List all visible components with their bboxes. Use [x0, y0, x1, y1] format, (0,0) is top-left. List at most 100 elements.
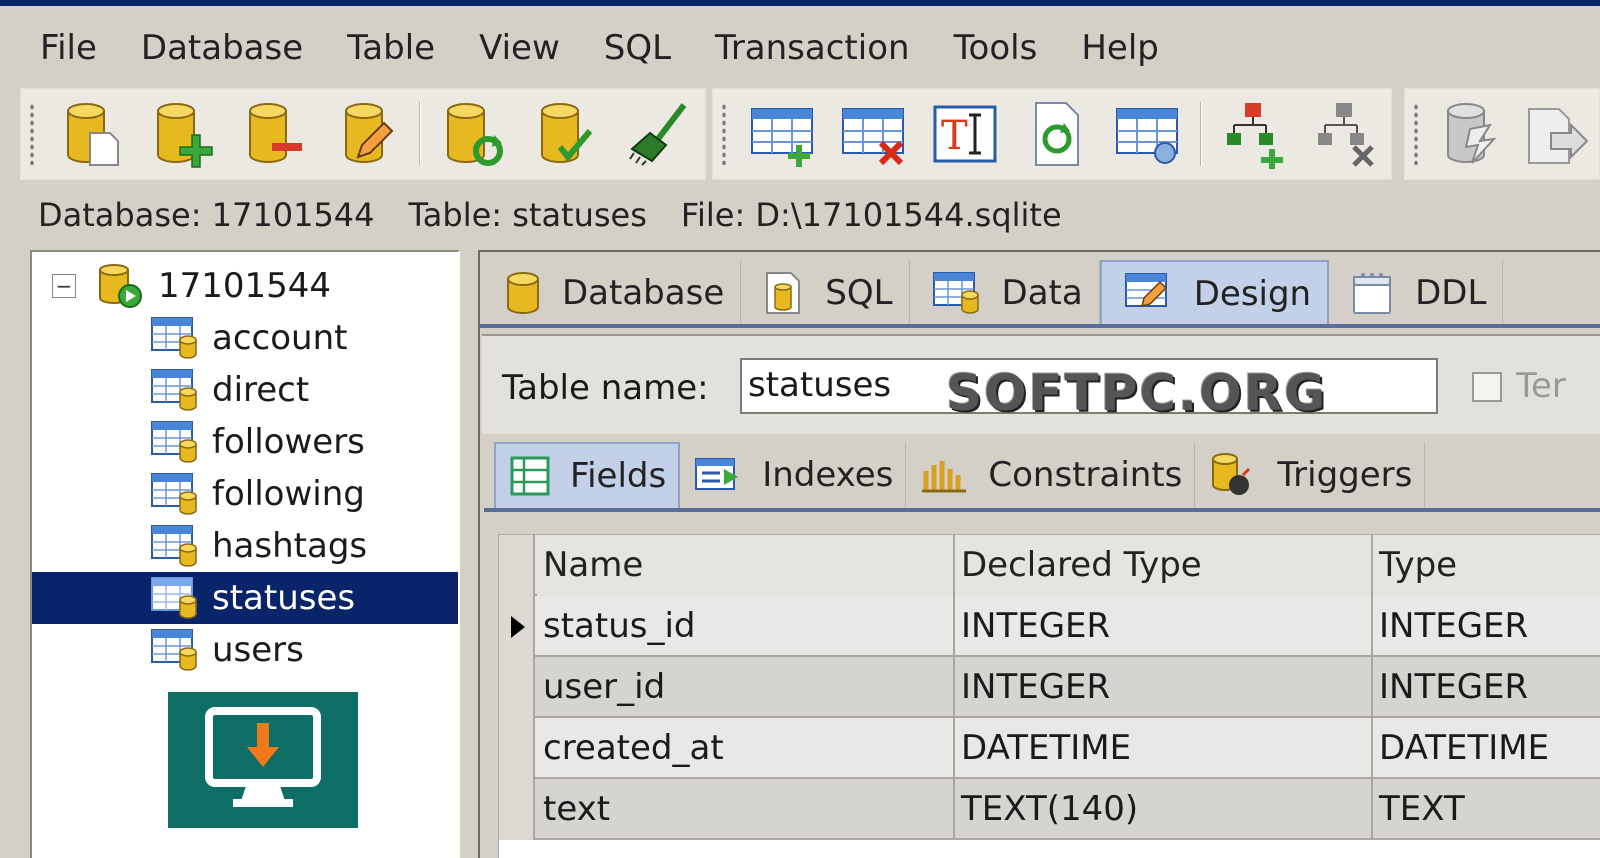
import-database-icon — [1528, 108, 1589, 164]
database-icon — [507, 272, 539, 314]
drop-table-button[interactable] — [833, 93, 914, 175]
tree-item-label: account — [212, 318, 348, 358]
toolbar-grip[interactable] — [1413, 103, 1419, 165]
row-indicator[interactable] — [499, 596, 535, 657]
table-design-icon — [1124, 273, 1167, 308]
check-database-button[interactable] — [524, 93, 606, 175]
tree-item-label: following — [212, 474, 365, 514]
table-row[interactable]: text TEXT(140) TEXT — [499, 779, 1600, 840]
window-title-bar — [0, 0, 1600, 6]
edit-database-button[interactable] — [326, 93, 408, 175]
tree-item-following[interactable]: following — [32, 468, 458, 520]
table-data-button[interactable] — [1108, 93, 1189, 175]
cell-declared-type[interactable]: INTEGER — [955, 657, 1373, 718]
drop-table-icon — [842, 108, 905, 166]
table-row[interactable]: user_id INTEGER INTEGER — [499, 657, 1600, 718]
tab-sql[interactable]: SQL — [741, 260, 910, 326]
menu-transaction[interactable]: Transaction — [693, 22, 932, 74]
menu-file[interactable]: File — [20, 22, 119, 74]
download-promo-badge[interactable] — [168, 692, 358, 828]
column-header-name[interactable]: Name — [537, 535, 955, 596]
table-icon — [151, 473, 197, 515]
row-indicator-header — [499, 535, 535, 596]
tree-root-node[interactable]: − 17101544 — [52, 260, 331, 312]
temporary-checkbox[interactable] — [1472, 372, 1502, 402]
sql-icon — [766, 272, 801, 314]
row-indicator[interactable] — [499, 657, 535, 718]
tab-indexes[interactable]: Indexes — [680, 442, 907, 508]
drop-index-button[interactable] — [1305, 93, 1386, 175]
tree-item-account[interactable]: account — [32, 312, 458, 364]
tab-label: SQL — [825, 273, 893, 313]
cell-type[interactable]: INTEGER — [1373, 596, 1600, 657]
collapse-toggle[interactable]: − — [52, 274, 76, 298]
vacuum-broom-icon — [629, 103, 687, 166]
row-indicator[interactable] — [499, 779, 535, 840]
tab-ddl[interactable]: DDL — [1329, 260, 1504, 326]
tree-item-users[interactable]: users — [32, 624, 458, 676]
cell-type[interactable]: DATETIME — [1373, 718, 1600, 779]
refresh-database-button[interactable] — [432, 93, 514, 175]
cell-declared-type[interactable]: TEXT(140) — [955, 779, 1373, 840]
tab-data[interactable]: Data — [910, 260, 1100, 326]
create-table-button[interactable] — [742, 93, 823, 175]
database-tree[interactable]: − 17101544 account direct followers foll… — [30, 250, 460, 858]
vacuum-button[interactable] — [616, 93, 698, 175]
toolbar-separator — [419, 102, 421, 166]
menu-database[interactable]: Database — [119, 22, 325, 74]
menu-table[interactable]: Table — [325, 22, 457, 74]
open-database-button[interactable] — [50, 93, 132, 175]
cell-name[interactable]: user_id — [537, 657, 955, 718]
menu-sql[interactable]: SQL — [582, 22, 693, 74]
tab-label: Triggers — [1277, 455, 1413, 495]
rename-table-icon: T — [933, 105, 997, 163]
tab-label: Database — [562, 273, 725, 313]
cell-declared-type[interactable]: INTEGER — [955, 596, 1373, 657]
current-row-arrow-icon — [511, 616, 525, 638]
import-database-button[interactable] — [1519, 93, 1594, 175]
column-header-type[interactable]: Type — [1373, 535, 1600, 596]
menu-view[interactable]: View — [457, 22, 582, 74]
tree-item-followers[interactable]: followers — [32, 416, 458, 468]
tab-label: Constraints — [988, 455, 1183, 495]
table-name-area: Table name: statuses SOFTPC.ORG Ter — [482, 334, 1600, 434]
export-database-button[interactable] — [1434, 93, 1509, 175]
tab-design[interactable]: Design — [1099, 260, 1330, 326]
cell-name[interactable]: status_id — [537, 596, 955, 657]
menu-help[interactable]: Help — [1059, 22, 1181, 74]
row-indicator[interactable] — [499, 718, 535, 779]
main-tabs: Database SQL Data Design DDL — [484, 260, 1504, 326]
refresh-table-button[interactable] — [1016, 93, 1097, 175]
cell-name[interactable]: text — [537, 779, 955, 840]
table-icon — [151, 317, 197, 359]
table-row[interactable]: created_at DATETIME DATETIME — [499, 718, 1600, 779]
add-index-button[interactable] — [1213, 93, 1294, 175]
ddl-document-icon — [1353, 273, 1392, 314]
tree-item-direct[interactable]: direct — [32, 364, 458, 416]
refresh-database-icon — [447, 103, 503, 166]
tree-item-statuses[interactable]: statuses — [32, 572, 458, 624]
toolbar-grip[interactable] — [721, 103, 727, 165]
menu-tools[interactable]: Tools — [932, 22, 1060, 74]
table-row[interactable]: status_id INTEGER INTEGER — [499, 596, 1600, 657]
check-database-icon — [541, 103, 593, 163]
tab-constraints[interactable]: Constraints — [906, 442, 1196, 508]
cell-type[interactable]: TEXT — [1373, 779, 1600, 840]
temporary-label: Ter — [1516, 366, 1566, 406]
toolbar-grip[interactable] — [29, 103, 35, 165]
tab-database[interactable]: Database — [484, 260, 742, 326]
tab-fields[interactable]: Fields — [494, 442, 681, 508]
add-database-icon — [157, 103, 213, 168]
column-header-declared-type[interactable]: Declared Type — [955, 535, 1373, 596]
cell-name[interactable]: created_at — [537, 718, 955, 779]
remove-database-button[interactable] — [234, 93, 316, 175]
rename-table-button[interactable]: T — [925, 93, 1006, 175]
cell-declared-type[interactable]: DATETIME — [955, 718, 1373, 779]
tree-item-hashtags[interactable]: hashtags — [32, 520, 458, 572]
cell-type[interactable]: INTEGER — [1373, 657, 1600, 718]
triggers-icon — [1212, 453, 1251, 495]
add-database-button[interactable] — [142, 93, 224, 175]
tab-label: Data — [1001, 273, 1083, 313]
tab-triggers[interactable]: Triggers — [1195, 442, 1426, 508]
info-table: Table: statuses — [408, 196, 647, 234]
